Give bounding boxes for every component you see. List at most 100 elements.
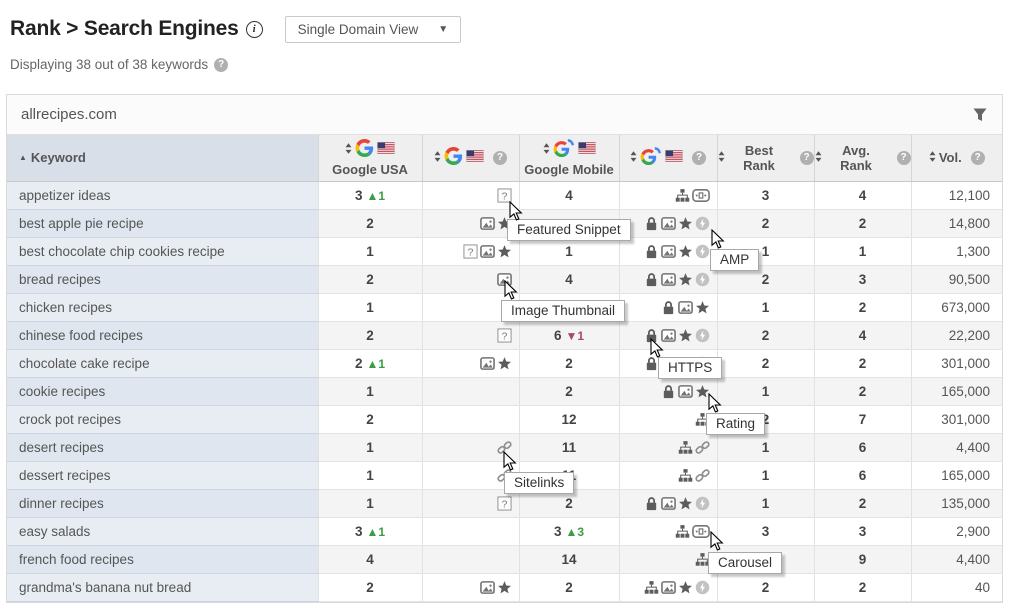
- carousel-icon[interactable]: [690, 187, 710, 202]
- carousel-icon[interactable]: [690, 523, 710, 538]
- mobile-serp-features-cell: [619, 405, 717, 433]
- us-flag-icon: [665, 150, 683, 165]
- image-thumbnail-icon[interactable]: [659, 495, 676, 510]
- rank-value: 2: [366, 272, 374, 287]
- mouse-cursor-icon: [711, 229, 726, 250]
- sitelinks-chain-icon[interactable]: [693, 439, 710, 454]
- rating-star-icon[interactable]: [495, 579, 512, 594]
- image-thumbnail-icon[interactable]: [676, 299, 693, 314]
- https-lock-icon[interactable]: [642, 271, 659, 286]
- amp-bolt-icon[interactable]: [693, 215, 710, 230]
- google-mobile-rank-cell: 4: [519, 181, 619, 209]
- hierarchy-icon[interactable]: [693, 551, 710, 566]
- rank-value: 1: [366, 300, 374, 315]
- keyword-cell: best apple pie recipe: [7, 209, 318, 237]
- help-icon[interactable]: ?: [971, 151, 985, 165]
- hierarchy-icon[interactable]: [676, 467, 693, 482]
- amp-bolt-icon[interactable]: [693, 243, 710, 258]
- image-thumbnail-icon[interactable]: [659, 243, 676, 258]
- info-icon[interactable]: i: [246, 21, 263, 38]
- column-header-google-usa[interactable]: Google USA: [318, 135, 422, 181]
- help-icon[interactable]: ?: [800, 151, 814, 165]
- help-icon[interactable]: ?: [493, 151, 507, 165]
- rating-star-icon[interactable]: [676, 495, 693, 510]
- amp-bolt-icon[interactable]: [693, 495, 710, 510]
- column-header-keyword[interactable]: ▲Keyword: [7, 135, 318, 181]
- amp-bolt-icon[interactable]: [693, 579, 710, 594]
- https-lock-icon[interactable]: [642, 495, 659, 510]
- best-rank-cell: 1: [717, 377, 814, 405]
- featured-snippet-icon[interactable]: ?: [495, 495, 512, 510]
- rating-star-icon[interactable]: [693, 299, 710, 314]
- google-usa-rank-cell: 1: [318, 461, 422, 489]
- rating-star-icon[interactable]: [676, 271, 693, 286]
- rank-value: 12: [561, 412, 576, 427]
- sort-icon[interactable]: [543, 142, 550, 157]
- desktop-serp-features-cell: ?: [422, 321, 519, 349]
- hierarchy-icon[interactable]: [673, 523, 690, 538]
- mobile-serp-features-cell: [619, 181, 717, 209]
- image-thumbnail-icon[interactable]: [676, 383, 693, 398]
- rank-value: 1: [366, 384, 374, 399]
- view-selector-dropdown[interactable]: Single Domain View ▼: [285, 16, 461, 43]
- https-lock-icon[interactable]: [642, 215, 659, 230]
- help-icon[interactable]: ?: [692, 151, 706, 165]
- featured-snippet-icon[interactable]: ?: [495, 327, 512, 342]
- column-header-google-mobile[interactable]: Google Mobile: [519, 135, 619, 181]
- image-thumbnail-icon[interactable]: [478, 243, 495, 258]
- sort-icon[interactable]: [630, 150, 637, 165]
- column-header-avg-rank[interactable]: Avg. Rank?: [814, 135, 911, 181]
- keyword-cell: chicken recipes: [7, 293, 318, 321]
- image-thumbnail-icon[interactable]: [659, 579, 676, 594]
- us-flag-icon: [578, 142, 596, 157]
- tooltip-sitelinks: Sitelinks: [504, 472, 574, 494]
- rating-star-icon[interactable]: [676, 327, 693, 342]
- column-header-best-rank[interactable]: Best Rank?: [717, 135, 814, 181]
- amp-bolt-icon[interactable]: [693, 271, 710, 286]
- help-icon[interactable]: ?: [214, 58, 228, 72]
- volume-cell: 40: [911, 573, 1002, 601]
- column-header-google-usa-serp-features[interactable]: ?: [422, 135, 519, 181]
- help-icon[interactable]: ?: [897, 151, 911, 165]
- hierarchy-icon[interactable]: [642, 579, 659, 594]
- google-logo-icon: [444, 147, 463, 168]
- volume-cell: 165,000: [911, 461, 1002, 489]
- image-thumbnail-icon[interactable]: [478, 579, 495, 594]
- rating-star-icon[interactable]: [495, 243, 512, 258]
- desktop-serp-features-cell: [422, 573, 519, 601]
- image-thumbnail-icon[interactable]: [478, 355, 495, 370]
- avg-rank-cell: 2: [814, 293, 911, 321]
- rating-star-icon[interactable]: [676, 215, 693, 230]
- hierarchy-icon[interactable]: [676, 439, 693, 454]
- rank-value: 4: [366, 552, 374, 567]
- rating-star-icon[interactable]: [693, 383, 710, 398]
- sort-icon[interactable]: [815, 150, 822, 165]
- sort-icon[interactable]: [345, 142, 352, 157]
- google-usa-rank-cell: 2▲1: [318, 349, 422, 377]
- image-thumbnail-icon[interactable]: [478, 215, 495, 230]
- hierarchy-icon[interactable]: [673, 187, 690, 202]
- https-lock-icon[interactable]: [659, 299, 676, 314]
- featured-snippet-icon[interactable]: ?: [495, 187, 512, 202]
- sort-icon[interactable]: [929, 150, 936, 165]
- mobile-serp-features-cell: [619, 545, 717, 573]
- filter-icon[interactable]: [972, 107, 988, 123]
- rating-star-icon[interactable]: [676, 579, 693, 594]
- image-thumbnail-icon[interactable]: [659, 271, 676, 286]
- column-header-vol[interactable]: Vol.?: [911, 135, 1002, 181]
- rating-star-icon[interactable]: [495, 355, 512, 370]
- image-thumbnail-icon[interactable]: [659, 215, 676, 230]
- keyword-cell: dessert recipes: [7, 461, 318, 489]
- sort-icon[interactable]: [434, 150, 441, 165]
- https-lock-icon[interactable]: [642, 243, 659, 258]
- featured-snippet-icon[interactable]: ?: [461, 243, 478, 258]
- table-row: best apple pie recipe22214,800: [7, 209, 1002, 237]
- amp-bolt-icon[interactable]: [693, 327, 710, 342]
- column-header-google-mobile-serp-features[interactable]: ?: [619, 135, 717, 181]
- avg-rank-cell: 4: [814, 181, 911, 209]
- rating-star-icon[interactable]: [676, 243, 693, 258]
- sitelinks-chain-icon[interactable]: [693, 467, 710, 482]
- table-row: french food recipes414494,400: [7, 545, 1002, 573]
- sort-icon[interactable]: [718, 150, 725, 165]
- https-lock-icon[interactable]: [659, 383, 676, 398]
